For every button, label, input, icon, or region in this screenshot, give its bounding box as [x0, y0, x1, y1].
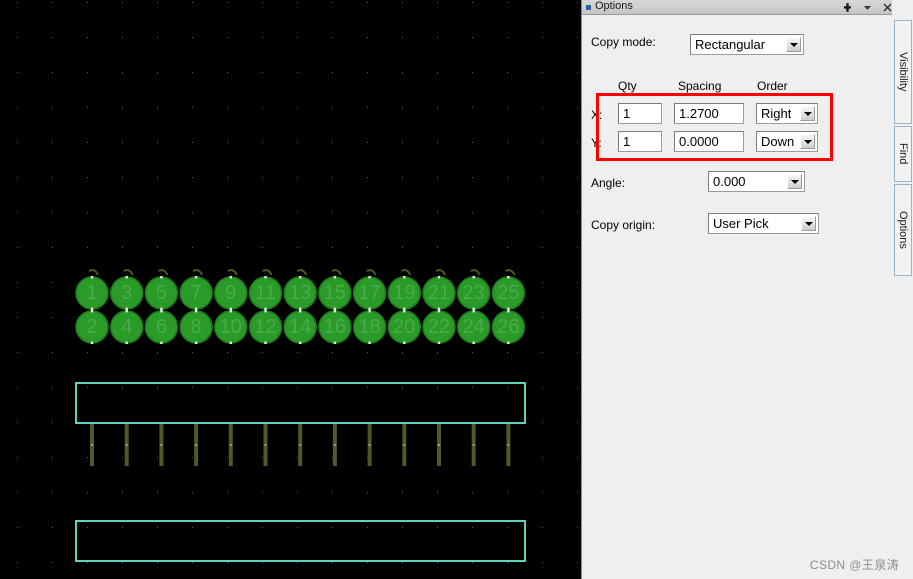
panel-menu-chevron-icon[interactable] [862, 2, 873, 13]
svg-text:26: 26 [497, 316, 519, 338]
x-spacing-input[interactable]: 1.2700 [674, 103, 744, 124]
svg-text:19: 19 [393, 282, 415, 304]
y-order-select[interactable]: Down [756, 131, 818, 152]
svg-text:1: 1 [86, 282, 97, 304]
svg-text:21: 21 [428, 282, 450, 304]
tab-find[interactable]: Find [894, 126, 912, 182]
angle-select[interactable]: 0.000 [708, 171, 805, 192]
copy-mode-value: Rectangular [691, 37, 765, 52]
svg-text:11: 11 [255, 282, 276, 304]
copy-origin-label: Copy origin: [591, 218, 655, 232]
chevron-down-icon[interactable] [786, 37, 801, 52]
caret-glyph [790, 43, 798, 47]
svg-text:14: 14 [289, 316, 311, 338]
y-order-value: Down [757, 134, 794, 149]
application-window: 1357911131517192123252468101214161820222… [0, 0, 913, 579]
svg-text:7: 7 [191, 282, 202, 304]
chevron-down-icon[interactable] [787, 174, 802, 189]
svg-text:5: 5 [156, 282, 167, 304]
svg-text:13: 13 [289, 282, 311, 304]
copy-origin-select[interactable]: User Pick [708, 213, 819, 234]
svg-text:23: 23 [463, 282, 485, 304]
svg-text:4: 4 [121, 316, 132, 338]
titlebar-button-group [842, 0, 893, 15]
copy-origin-value: User Pick [709, 216, 769, 231]
chevron-down-icon[interactable] [800, 106, 815, 121]
panel-icon [586, 5, 591, 10]
copy-mode-row: Copy mode: [591, 35, 691, 49]
chevron-down-icon[interactable] [801, 216, 816, 231]
x-order-select[interactable]: Right [756, 103, 818, 124]
copy-mode-select[interactable]: Rectangular [690, 34, 804, 55]
svg-text:3: 3 [121, 282, 132, 304]
tab-find-label: Find [897, 143, 909, 164]
caret-glyph [804, 112, 812, 116]
svg-text:6: 6 [156, 316, 167, 338]
close-icon-glyph [883, 3, 892, 12]
column-header-order: Order [757, 79, 788, 93]
svg-text:15: 15 [324, 282, 346, 304]
svg-text:10: 10 [220, 316, 242, 338]
tab-options-label: Options [897, 211, 909, 249]
y-qty-input[interactable]: 1 [618, 131, 662, 152]
svg-text:8: 8 [191, 316, 202, 338]
x-qty-input[interactable]: 1 [618, 103, 662, 124]
svg-text:22: 22 [428, 316, 450, 338]
svg-text:2: 2 [86, 316, 97, 338]
caret-glyph [804, 140, 812, 144]
axis-label-y: Y: [591, 136, 602, 150]
svg-text:12: 12 [254, 316, 276, 338]
caret-glyph [791, 180, 799, 184]
tab-visibility[interactable]: Visibility [894, 20, 912, 124]
column-header-qty: Qty [618, 79, 637, 93]
watermark: CSDN @王泉涛 [810, 556, 899, 573]
tab-visibility-label: Visibility [897, 52, 909, 92]
y-spacing-input[interactable]: 0.0000 [674, 131, 744, 152]
chevron-down-icon[interactable] [800, 134, 815, 149]
options-panel: Options [581, 0, 913, 579]
svg-text:9: 9 [225, 282, 236, 304]
panel-title: Options [595, 1, 633, 12]
chevron-down-icon-glyph [863, 3, 872, 12]
tab-options[interactable]: Options [894, 184, 912, 276]
svg-text:25: 25 [497, 282, 519, 304]
auto-hide-pin-icon[interactable] [842, 2, 853, 13]
angle-label: Angle: [591, 176, 625, 190]
pcb-footprint-graphic: 1357911131517192123252468101214161820222… [0, 0, 580, 579]
svg-text:16: 16 [324, 316, 346, 338]
right-tab-strip: Visibility Find Options [892, 0, 913, 579]
pin-icon-glyph [842, 2, 853, 13]
cad-canvas[interactable]: 1357911131517192123252468101214161820222… [0, 0, 580, 579]
column-header-spacing: Spacing [678, 79, 721, 93]
copy-mode-label: Copy mode: [591, 35, 691, 49]
svg-text:18: 18 [358, 316, 380, 338]
angle-value: 0.000 [709, 174, 746, 189]
svg-text:20: 20 [393, 316, 415, 338]
axis-label-x: X: [591, 108, 602, 122]
panel-titlebar[interactable]: Options [582, 0, 897, 15]
svg-text:24: 24 [463, 316, 485, 338]
svg-text:17: 17 [358, 282, 380, 304]
x-order-value: Right [757, 106, 791, 121]
caret-glyph [805, 222, 813, 226]
